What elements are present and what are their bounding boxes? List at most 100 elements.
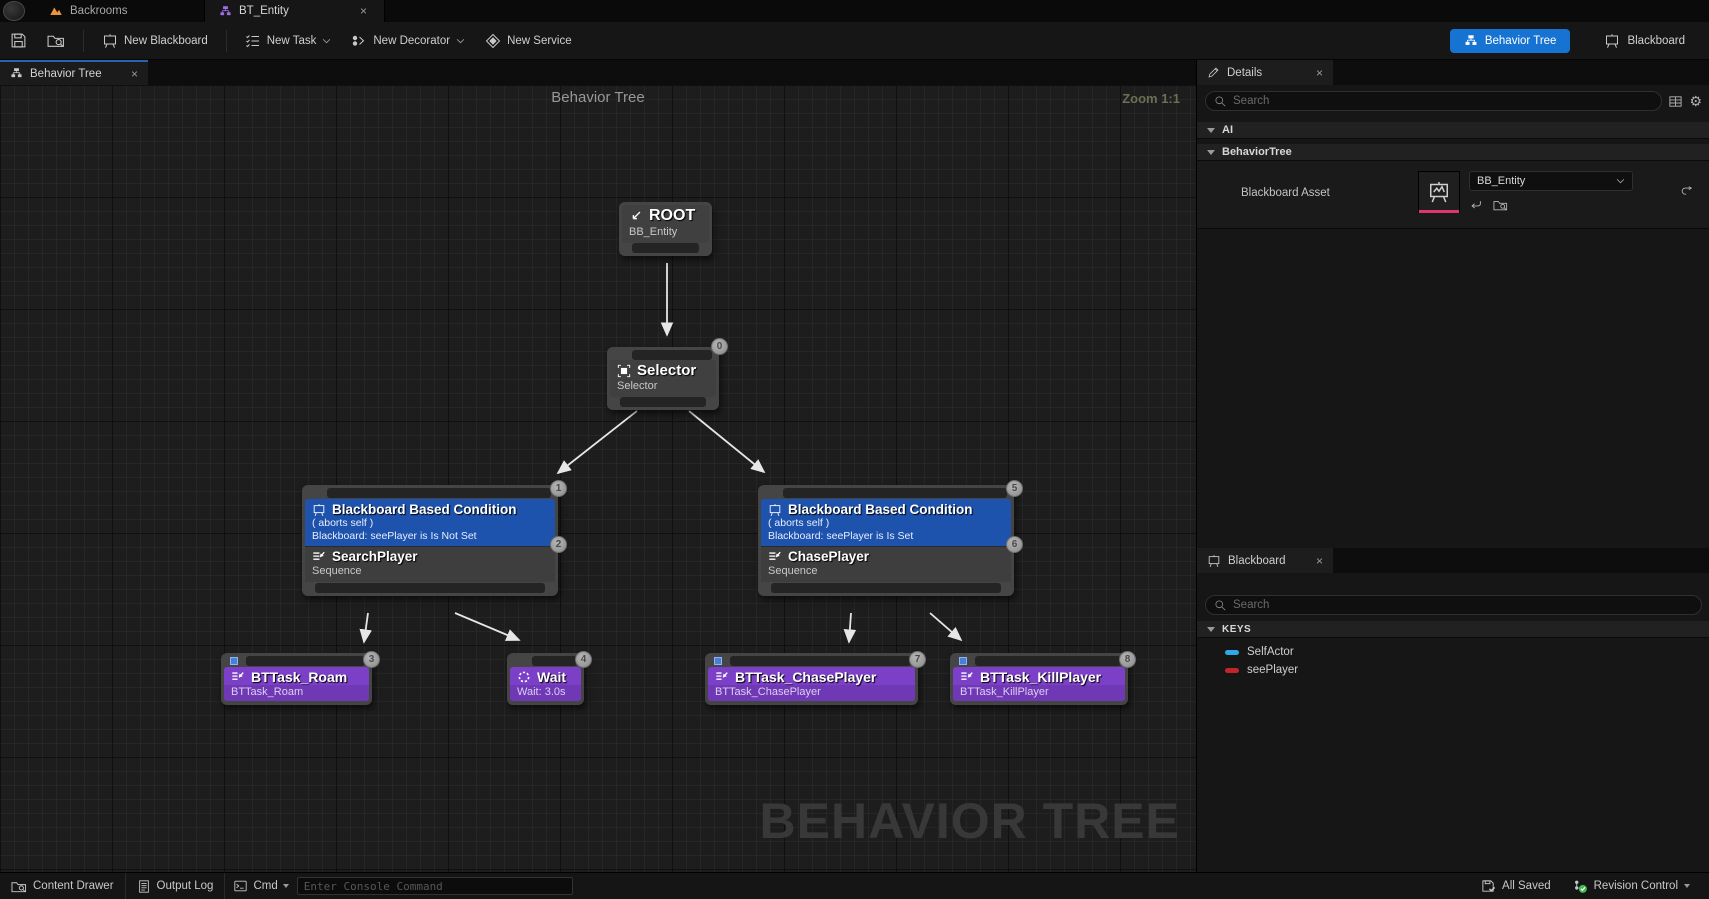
new-task-button[interactable]: New Task (235, 28, 342, 54)
collapse-arrow-icon (1207, 128, 1215, 133)
decorator-blackboard-condition[interactable]: Blackboard Based Condition ( aborts self… (761, 499, 1011, 546)
close-icon[interactable]: × (357, 4, 370, 18)
composite-sequence[interactable]: ChasePlayer Sequence (761, 546, 1011, 582)
tab-blackboard[interactable]: Blackboard × (1197, 548, 1333, 573)
browse-to-asset-icon[interactable] (1493, 198, 1508, 212)
collapse-arrow-icon (1207, 627, 1215, 632)
new-decorator-button[interactable]: New Decorator (341, 28, 475, 54)
output-log-button[interactable]: Output Log (126, 873, 225, 899)
node-bttask-chaseplayer[interactable]: BTTask_ChasePlayer BTTask_ChasePlayer 7 (705, 653, 918, 705)
output-pin[interactable] (632, 243, 699, 253)
category-keys[interactable]: KEYS (1197, 621, 1709, 638)
output-pin[interactable] (315, 583, 545, 593)
details-search[interactable] (1205, 91, 1662, 111)
blackboard-icon (1207, 554, 1221, 568)
execution-index-badge: 0 (711, 338, 728, 355)
key-row-selfactor[interactable]: SelfActor (1197, 643, 1709, 661)
tab-backrooms[interactable]: Backrooms (35, 0, 205, 22)
key-type-color (1225, 650, 1239, 655)
execution-index-badge: 6 (1006, 536, 1023, 553)
details-search-input[interactable] (1233, 95, 1653, 107)
tab-behavior-tree-graph[interactable]: Behavior Tree × (0, 60, 148, 85)
input-pin[interactable] (975, 656, 1121, 666)
browse-to-asset-button[interactable] (37, 28, 75, 54)
behavior-tree-icon (1464, 34, 1478, 48)
save-button[interactable] (0, 28, 37, 54)
close-icon[interactable]: × (131, 67, 138, 81)
blackboard-mode-button[interactable]: Blackboard (1594, 29, 1695, 53)
display-filter-icon[interactable] (1668, 94, 1683, 109)
revision-control-button[interactable]: Revision Control (1562, 873, 1701, 899)
blackboard-tab-strip: Blackboard × (1197, 548, 1709, 573)
decorator-blackboard-condition[interactable]: Blackboard Based Condition ( aborts self… (305, 499, 555, 546)
decorator-condition: Blackboard: seePlayer is Is Not Set (312, 530, 548, 543)
content-drawer-icon (11, 879, 27, 894)
input-pin[interactable] (246, 656, 365, 666)
node-root[interactable]: ROOT BB_Entity (619, 202, 712, 256)
blackboard-icon (102, 33, 118, 49)
blackboard-icon (1427, 180, 1451, 204)
blackboard-search[interactable] (1205, 595, 1702, 615)
key-row-seeplayer[interactable]: seePlayer (1197, 661, 1709, 679)
details-tab-strip: Details × (1197, 60, 1709, 85)
settings-gear-icon[interactable]: ⚙ (1689, 93, 1702, 110)
doc-tab-label: Behavior Tree (30, 68, 102, 80)
sequence-title: ChasePlayer (788, 549, 869, 564)
content-drawer-label: Content Drawer (33, 880, 114, 892)
sequence-subtitle: Sequence (312, 564, 548, 579)
node-chaseplayer-branch[interactable]: Blackboard Based Condition ( aborts self… (758, 485, 1014, 596)
behavior-tree-mode-button[interactable]: Behavior Tree (1450, 29, 1571, 53)
close-icon[interactable]: × (1316, 554, 1323, 568)
node-bttask-roam[interactable]: BTTask_Roam BTTask_Roam 3 (221, 653, 372, 705)
category-ai[interactable]: AI (1197, 122, 1709, 139)
node-selector[interactable]: Selector Selector 0 (607, 347, 719, 410)
new-blackboard-button[interactable]: New Blackboard (92, 28, 218, 54)
asset-thumbnail[interactable] (1418, 171, 1460, 213)
node-bttask-killplayer[interactable]: BTTask_KillPlayer BTTask_KillPlayer 8 (950, 653, 1128, 705)
reset-to-default-icon[interactable] (1680, 185, 1694, 199)
keys-header-label: KEYS (1222, 624, 1251, 635)
blackboard-icon (312, 503, 326, 517)
cmd-dropdown[interactable]: Cmd (225, 879, 296, 893)
search-icon (1214, 95, 1227, 108)
input-pin[interactable] (730, 656, 911, 666)
revision-control-label: Revision Control (1594, 880, 1678, 892)
composite-sequence[interactable]: SearchPlayer Sequence (305, 546, 555, 582)
task-icon (715, 670, 729, 684)
key-name: seePlayer (1247, 664, 1298, 676)
node-wait[interactable]: Wait Wait: 3.0s 4 (507, 653, 584, 705)
tab-details[interactable]: Details × (1197, 60, 1333, 85)
revision-control-icon (1573, 879, 1588, 894)
tab-label: Backrooms (70, 5, 128, 17)
blackboard-search-input[interactable] (1233, 599, 1693, 611)
all-saved-indicator[interactable]: All Saved (1470, 873, 1562, 899)
blackboard-asset-dropdown[interactable]: BB_Entity (1469, 171, 1633, 191)
decorator-title: Blackboard Based Condition (788, 502, 973, 517)
input-pin[interactable] (532, 656, 577, 666)
key-type-color (1225, 668, 1239, 673)
blackboard-tab-label: Blackboard (1228, 555, 1286, 567)
behavior-tree-graph-canvas[interactable]: Behavior Tree Zoom 1:1 BEHAVIOR TREE (0, 85, 1196, 872)
output-pin[interactable] (620, 397, 706, 407)
node-searchplayer-branch[interactable]: Blackboard Based Condition ( aborts self… (302, 485, 558, 596)
folder-search-icon (47, 32, 65, 49)
execution-index-badge: 3 (363, 651, 380, 668)
category-behaviortree[interactable]: BehaviorTree (1197, 144, 1709, 161)
tab-bt-entity[interactable]: BT_Entity × (205, 0, 385, 22)
connection-wires (0, 85, 1196, 872)
unreal-logo-icon[interactable] (3, 1, 25, 21)
execution-index-badge: 7 (909, 651, 926, 668)
new-service-button[interactable]: New Service (475, 28, 582, 54)
chevron-down-icon (283, 884, 289, 888)
chevron-down-icon (322, 38, 331, 44)
output-pin[interactable] (771, 583, 1001, 593)
use-selected-asset-icon[interactable] (1469, 198, 1483, 212)
node-title: Selector (637, 362, 696, 379)
input-pin[interactable] (783, 488, 1007, 498)
console-command-input[interactable] (297, 877, 573, 895)
content-drawer-button[interactable]: Content Drawer (0, 873, 125, 899)
search-icon (1214, 599, 1227, 612)
input-pin[interactable] (632, 350, 712, 360)
close-icon[interactable]: × (1316, 66, 1323, 80)
input-pin[interactable] (327, 488, 551, 498)
